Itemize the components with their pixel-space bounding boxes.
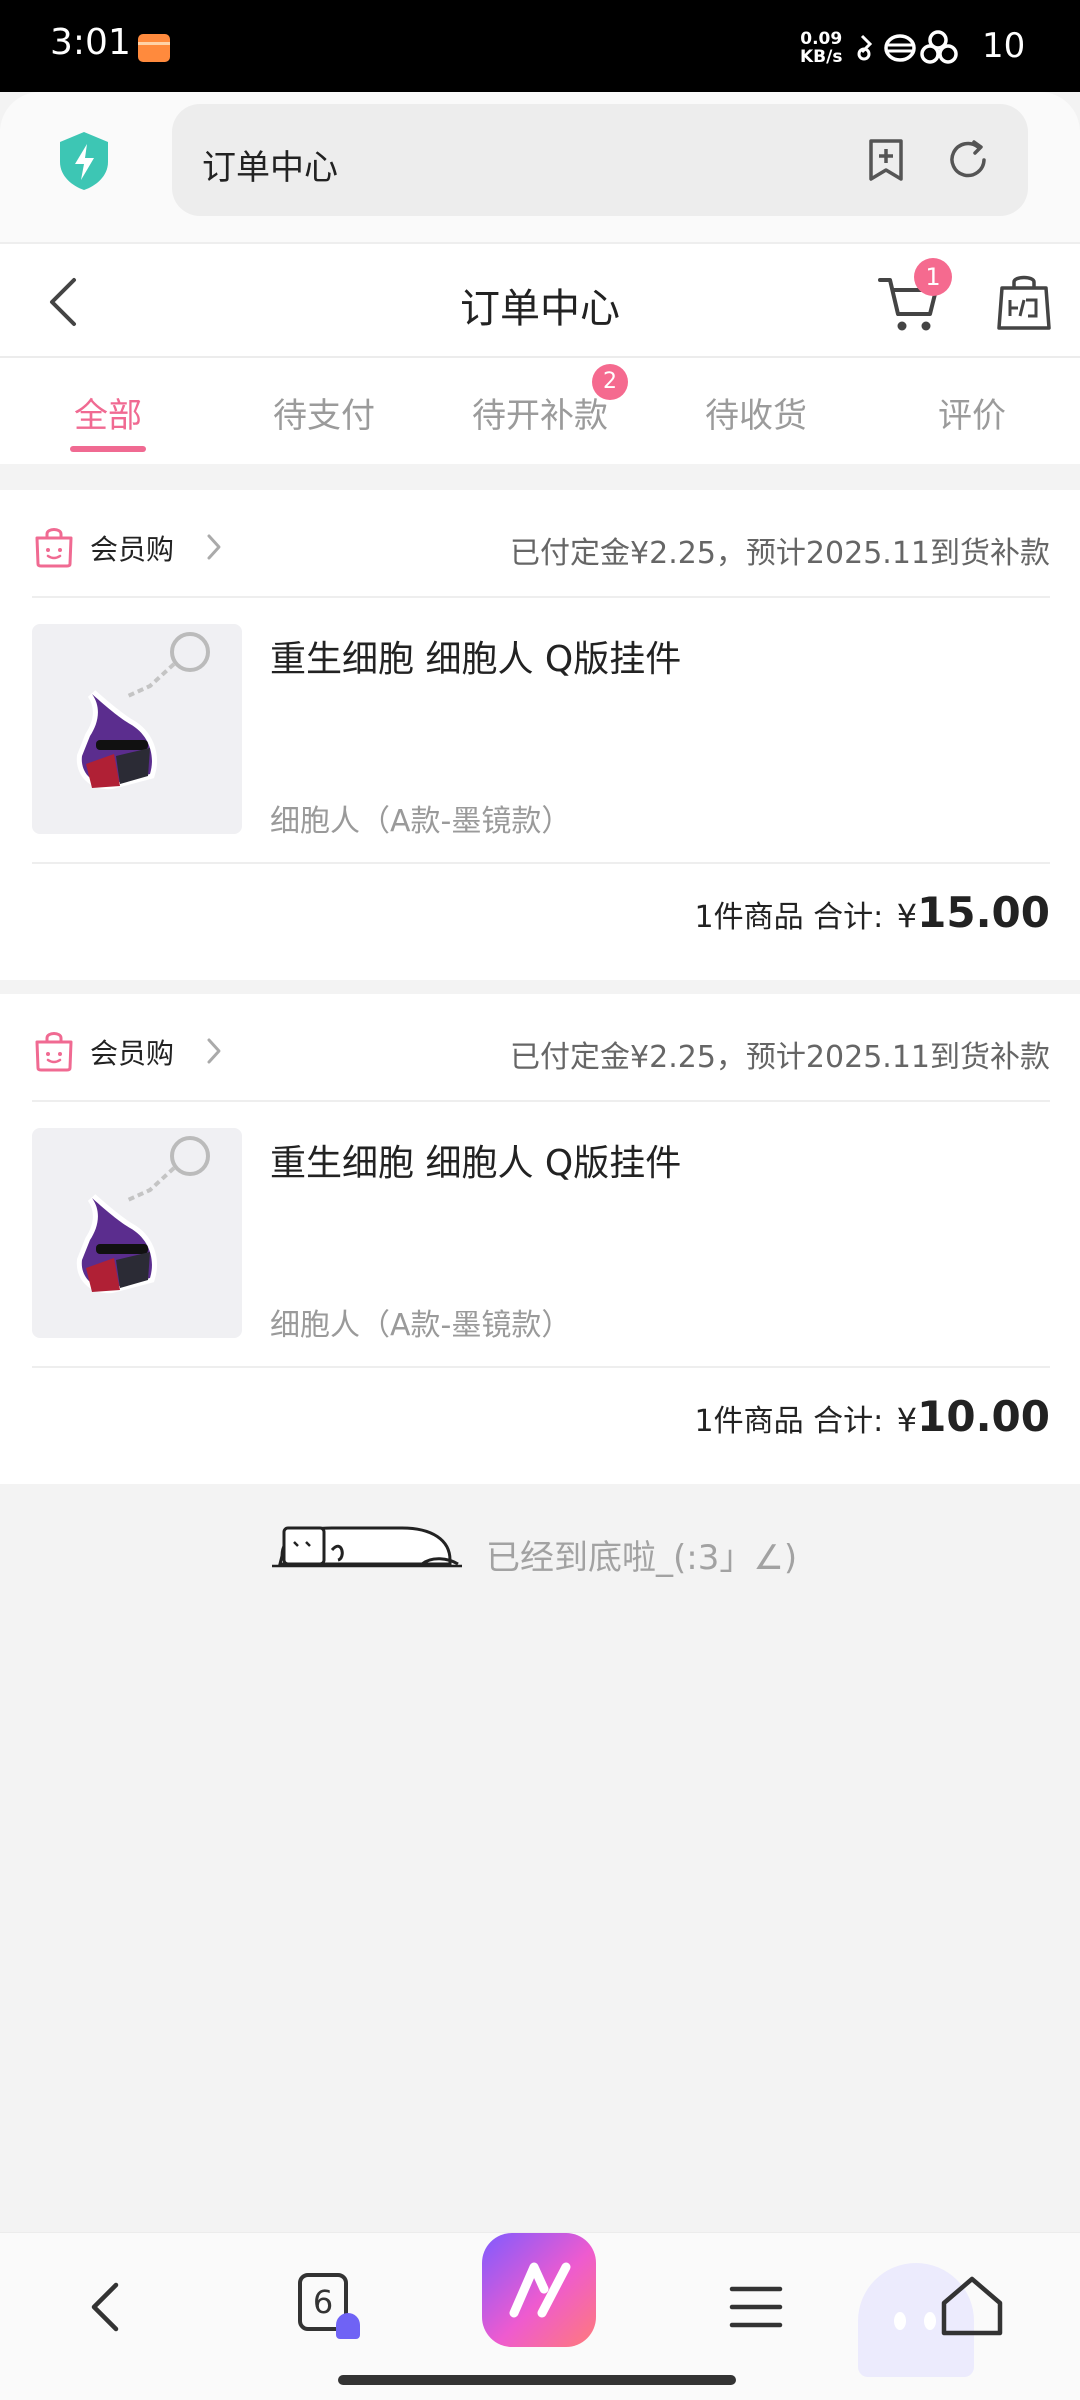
tab-pending-payment[interactable]: 待支付 (216, 388, 432, 437)
order-summary: 1件商品 合计: ¥10.00 (694, 1392, 1050, 1441)
shop-name: 会员购 (90, 1037, 175, 1070)
product-name[interactable]: 重生细胞 细胞人 Q版挂件 (270, 630, 681, 682)
browser-bottom-nav: 6 (0, 2232, 1080, 2400)
order-status-text: 已付定金¥2.25，预计2025.11到货补款 (510, 1040, 1050, 1075)
end-of-list-text: 已经到底啦_(:3」∠) (486, 1538, 798, 1578)
browser-toolbar: 订单中心 (0, 92, 1080, 242)
network-speed-unit: KB/s (800, 47, 843, 67)
order-card-header[interactable]: 会员购 已付定金¥2.25，预计2025.11到货补款 (0, 994, 1080, 1102)
order-total: 10.00 (917, 1392, 1050, 1441)
address-bar-title: 订单中心 (202, 148, 338, 188)
keychain-cell-man-image (76, 632, 210, 790)
product-thumbnail[interactable] (32, 624, 242, 834)
tab-pending-receipt[interactable]: 待收货 (648, 388, 864, 437)
menu-icon[interactable] (716, 2267, 796, 2347)
tab-all[interactable]: 全部 (0, 388, 216, 437)
ai-assistant-button[interactable] (482, 2233, 596, 2347)
divider (32, 1100, 1050, 1102)
product-thumbnail[interactable] (32, 1128, 242, 1338)
page-header: 订单中心 1 (0, 242, 1080, 358)
tab-review[interactable]: 评价 (864, 388, 1080, 437)
product-name[interactable]: 重生细胞 细胞人 Q版挂件 (270, 1134, 681, 1186)
wifi-bluetooth-icons (857, 30, 958, 64)
ghost-badge-icon (336, 2313, 360, 2339)
status-bar: 3:01 0.09 KB/s 10 (0, 0, 1080, 92)
ai-logo-icon (509, 2262, 571, 2318)
currency-symbol: ¥ (896, 897, 918, 935)
divider (32, 1366, 1050, 1368)
network-speed: 0.09 KB/s (800, 30, 842, 66)
order-summary: 1件商品 合计: ¥15.00 (694, 888, 1050, 937)
tab-active-indicator (70, 446, 146, 452)
order-card[interactable]: 会员购 已付定金¥2.25，预计2025.11到货补款 重生细胞 细胞人 Q版挂… (0, 994, 1080, 1484)
bookmark-add-icon[interactable] (862, 136, 910, 184)
tab-pending-balance-badge: 2 (592, 364, 628, 400)
chevron-right-icon (207, 1038, 221, 1064)
battery-level: 10 (982, 26, 1026, 66)
end-of-list: 已经到底啦_(:3」∠) (0, 1500, 1080, 1580)
home-icon[interactable] (932, 2267, 1012, 2347)
signal-icons (856, 26, 966, 75)
refresh-icon[interactable] (944, 136, 992, 184)
product-variant: 细胞人（A款-墨镜款） (270, 804, 572, 839)
currency-symbol: ¥ (896, 1401, 918, 1439)
product-variant: 细胞人（A款-墨镜款） (270, 1308, 572, 1343)
total-label: 合计: (813, 900, 884, 935)
keychain-cell-man-image (76, 1136, 210, 1294)
back-icon[interactable] (66, 2267, 146, 2347)
shop-name: 会员购 (90, 533, 175, 566)
gesture-bar[interactable] (338, 2375, 736, 2385)
shield-bolt-icon[interactable] (56, 130, 112, 192)
vip-shop-bag-icon (35, 1032, 73, 1072)
order-total: 15.00 (917, 888, 1050, 937)
gift-icon (138, 34, 170, 62)
status-time: 3:01 (50, 22, 131, 63)
address-bar[interactable]: 订单中心 (172, 104, 1028, 216)
vip-shop-bag-icon (35, 528, 73, 568)
shopping-bag-icon[interactable] (996, 272, 1052, 332)
divider (32, 596, 1050, 598)
order-card-header[interactable]: 会员购 已付定金¥2.25，预计2025.11到货补款 (0, 490, 1080, 598)
divider (32, 862, 1050, 864)
item-count: 1件商品 (694, 900, 804, 935)
sleeping-mascot-icon (272, 1526, 462, 1568)
cart-count-badge: 1 (914, 258, 952, 296)
total-label: 合计: (813, 1404, 884, 1439)
item-count: 1件商品 (694, 1404, 804, 1439)
order-status-text: 已付定金¥2.25，预计2025.11到货补款 (510, 536, 1050, 571)
order-status-tabs: 全部 待支付 待开补款 2 待收货 评价 (0, 358, 1080, 464)
network-speed-value: 0.09 (800, 29, 843, 49)
order-card[interactable]: 会员购 已付定金¥2.25，预计2025.11到货补款 重生细胞 细胞人 Q版挂… (0, 490, 1080, 980)
chevron-right-icon (207, 534, 221, 560)
